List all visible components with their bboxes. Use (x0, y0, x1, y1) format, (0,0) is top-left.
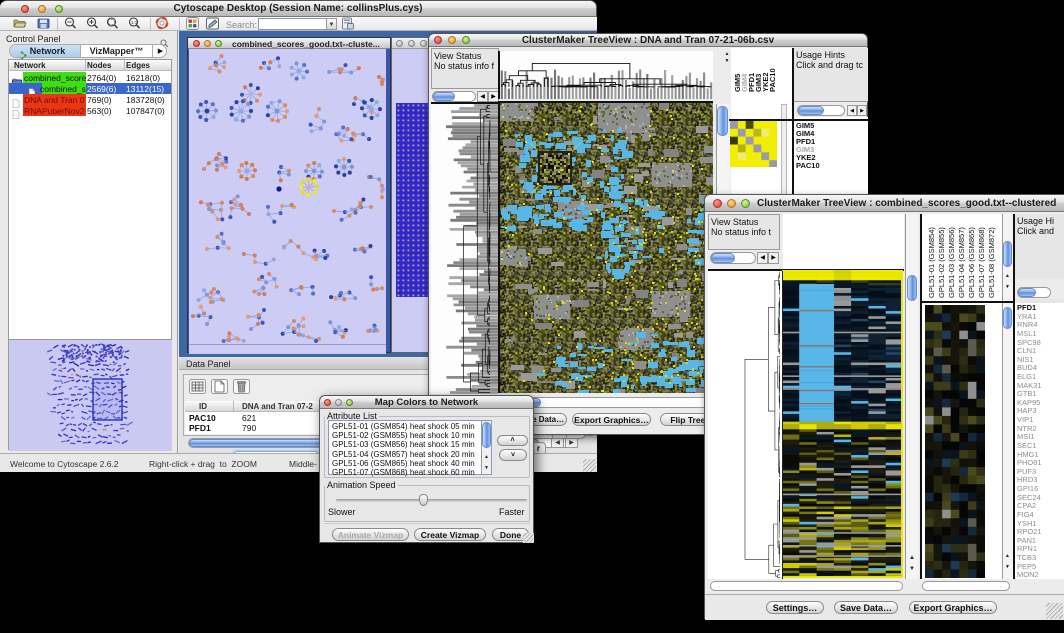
svg-text:1:1: 1:1 (131, 20, 138, 25)
